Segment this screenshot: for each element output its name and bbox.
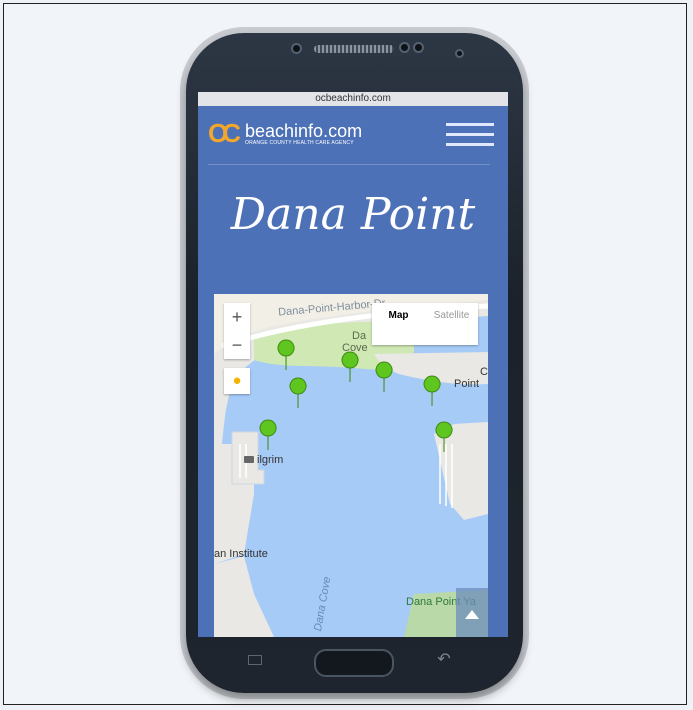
sensor-icon [413,42,424,53]
phone-screen: ocbeachinfo.com OC beachinfo.com ORANGE … [198,92,508,637]
brand-subtitle: ORANGE COUNTY HEALTH CARE AGENCY [245,140,354,146]
dana-cove-label: Da [352,330,367,342]
pilgrim-label: ilgrim [244,454,283,466]
point-label: C [480,366,488,378]
map-type-satellite-button[interactable]: Satellite [425,303,478,345]
sensor-icon [399,42,410,53]
zoom-out-button[interactable]: − [224,331,250,359]
phone-hardware-keys: ↶ [198,637,508,687]
street-view-pegman-icon[interactable]: ● [224,368,250,394]
zoom-in-button[interactable]: + [224,303,250,331]
header-divider [208,164,490,165]
scroll-to-top-button[interactable] [456,588,488,637]
home-button[interactable] [314,649,394,677]
map-type-control: Map Satellite [372,303,478,345]
brand-name: beachinfo.com [245,121,363,141]
institute-label: an Institute [214,548,268,560]
beach-map[interactable]: Dana-Point-Harbor-Dr Da Cove C Point ilg… [214,294,488,637]
map-type-map-button[interactable]: Map [372,303,425,345]
dana-cove-label: Cove [342,342,368,354]
hamburger-menu-icon[interactable] [446,123,494,149]
led-indicator [455,49,464,58]
address-bar[interactable]: ocbeachinfo.com [198,92,508,106]
earpiece-speaker [314,45,394,53]
zoom-control: + − [224,303,250,359]
back-key-icon[interactable]: ↶ [430,649,458,669]
menu-key-icon[interactable] [248,655,262,665]
oc-logo-mark: OC [208,118,241,148]
pilgrim-text: ilgrim [257,454,284,466]
site-logo[interactable]: OC beachinfo.com ORANGE COUNTY HEALTH CA… [208,118,363,148]
front-camera-icon [291,43,302,54]
point-label: Point [454,378,480,390]
camera-icon [244,456,254,463]
page-title: Dana Point [230,189,476,240]
